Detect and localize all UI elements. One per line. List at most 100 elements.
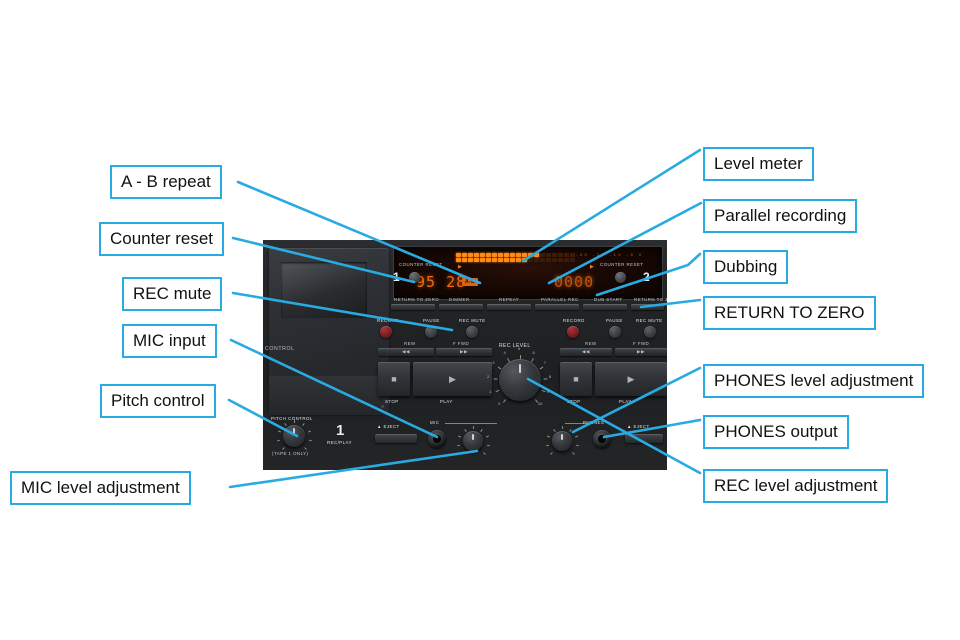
button-return-to-zero-1[interactable] xyxy=(391,304,435,310)
pitch-control-knob[interactable] xyxy=(283,425,305,447)
label-rew-a: REW xyxy=(404,341,416,346)
rec-level-tick xyxy=(530,357,534,362)
phones-output-jack[interactable] xyxy=(593,430,611,448)
label-rec-mute-b: REC MUTE xyxy=(636,318,663,323)
counter-reset-label-b: COUNTER RESET xyxy=(600,262,644,267)
button-ffwd-b[interactable]: ▶▶ xyxy=(615,348,667,356)
button-eject-a[interactable] xyxy=(375,434,417,443)
button-rec-mute-b[interactable] xyxy=(644,326,656,338)
meter-segment xyxy=(534,258,539,262)
label-return-to-zero-1: RETURN TO ZERO xyxy=(394,297,440,302)
callout-counter-reset[interactable]: Counter reset xyxy=(99,222,224,256)
dial-tick xyxy=(569,428,573,432)
meter-segment xyxy=(480,253,485,257)
label-tape-1-only: (TAPE 1 ONLY) xyxy=(272,451,309,456)
cassette-door-lip xyxy=(269,376,389,415)
label-return-to-zero-2: RETURN TO ZERO xyxy=(634,297,667,302)
button-eject-b[interactable] xyxy=(625,434,663,443)
meter-segment xyxy=(492,258,497,262)
callout-rec-level-adjustment[interactable]: REC level adjustment xyxy=(703,469,889,503)
callout-return-to-zero[interactable]: RETURN TO ZERO xyxy=(703,296,876,330)
button-stop-b[interactable]: ■ xyxy=(560,362,592,396)
meter-segment xyxy=(510,258,515,262)
counter-reset-button-a[interactable] xyxy=(409,272,420,283)
button-dimmer[interactable] xyxy=(439,304,483,310)
label-pitch-control: PITCH CONTROL xyxy=(271,416,313,421)
button-repeat[interactable] xyxy=(487,304,531,310)
label-mic: MIC xyxy=(430,420,440,425)
meter-segment xyxy=(504,258,509,262)
callout-a-b-repeat[interactable]: A - B repeat xyxy=(110,165,222,199)
dial-tick xyxy=(461,451,465,455)
callout-level-meter[interactable]: Level meter xyxy=(703,147,814,181)
counter-reset-button-b[interactable] xyxy=(615,272,626,283)
callout-parallel-recording[interactable]: Parallel recording xyxy=(703,199,858,233)
meter-segment xyxy=(480,258,485,262)
meter-segment xyxy=(564,253,569,257)
meter-segment xyxy=(498,258,503,262)
mic-level-knob[interactable] xyxy=(463,431,483,451)
label-parallel-rec: PARALLEL REC xyxy=(541,297,579,302)
deck-b-number: 2 xyxy=(643,270,651,284)
callout-pitch-control[interactable]: Pitch control xyxy=(100,384,216,418)
meter-segment xyxy=(522,253,527,257)
button-play-b[interactable]: ▶ xyxy=(595,362,667,396)
rec-level-knob[interactable] xyxy=(499,359,541,401)
callout-mic-input[interactable]: MIC input xyxy=(122,324,217,358)
rec-level-tick xyxy=(543,378,548,381)
rec-level-dial-number: 10 xyxy=(537,400,543,406)
meter-segment xyxy=(474,253,479,257)
callout-phones-level-adjustment[interactable]: PHONES level adjustment xyxy=(703,364,925,398)
ab-repeat-badge: A-B xyxy=(462,278,479,286)
meter-segment xyxy=(474,258,479,262)
eject-up-icon: ▲ xyxy=(377,424,382,429)
dial-tick xyxy=(575,444,579,447)
record-arrow-right-icon: ▶ xyxy=(590,264,594,270)
label-dub-start: DUB START xyxy=(594,297,623,302)
rec-level-dial-number: 6 xyxy=(532,349,535,355)
record-arrow-left-icon: ▶ xyxy=(458,264,462,270)
dial-tick xyxy=(302,422,305,426)
callout-phones-output[interactable]: PHONES output xyxy=(703,415,849,449)
dial-tick xyxy=(281,447,285,451)
callout-rec-mute[interactable]: REC mute xyxy=(122,277,223,311)
dial-tick xyxy=(486,444,490,447)
cassette-door-dot xyxy=(381,405,384,408)
button-rec-mute-a[interactable] xyxy=(466,326,478,338)
dial-tick xyxy=(550,451,554,455)
dial-tick xyxy=(547,435,551,438)
label-repeat: REPEAT xyxy=(499,297,519,302)
button-pause-a[interactable] xyxy=(425,326,437,338)
button-dub-start[interactable] xyxy=(583,304,627,310)
phones-level-knob[interactable] xyxy=(552,431,572,451)
label-record-b: RECORD xyxy=(563,318,585,323)
label-play-a: PLAY xyxy=(440,399,453,404)
label-stop-b: STOP xyxy=(567,399,581,404)
button-record-a[interactable] xyxy=(380,326,392,338)
meter-segment xyxy=(534,253,539,257)
button-ffwd-a[interactable]: ▶▶ xyxy=(436,348,492,356)
meter-segment xyxy=(522,258,527,262)
mic-input-jack[interactable] xyxy=(428,430,446,448)
callout-mic-level-adjustment[interactable]: MIC level adjustment xyxy=(10,471,191,505)
rec-level-tick xyxy=(507,357,511,362)
button-record-b[interactable] xyxy=(567,326,579,338)
meter-segment xyxy=(558,253,563,257)
cassette-deck-panel: CONTROL -30 -20 -10 -5 0 ▶ ▶ 95 28 A-B 0… xyxy=(263,240,667,470)
eject-up-icon-b: ▲ xyxy=(627,424,632,429)
button-stop-a[interactable]: ■ xyxy=(378,362,410,396)
button-rew-a[interactable]: ◀◀ xyxy=(378,348,434,356)
cassette-door[interactable] xyxy=(269,248,389,415)
button-rew-b[interactable]: ◀◀ xyxy=(560,348,612,356)
button-return-to-zero-2[interactable] xyxy=(631,304,664,310)
counter-reset-label-a: COUNTER RESET xyxy=(399,262,443,267)
meter-segment xyxy=(498,253,503,257)
counter-value-deck-a: 95 28 xyxy=(416,273,467,291)
level-meter xyxy=(456,253,576,263)
button-pause-b[interactable] xyxy=(609,326,621,338)
button-parallel-rec[interactable] xyxy=(535,304,579,310)
callout-dubbing[interactable]: Dubbing xyxy=(703,250,789,284)
button-play-a[interactable]: ▶ xyxy=(413,362,492,396)
dial-tick xyxy=(480,428,484,432)
label-rew-b: REW xyxy=(585,341,597,346)
